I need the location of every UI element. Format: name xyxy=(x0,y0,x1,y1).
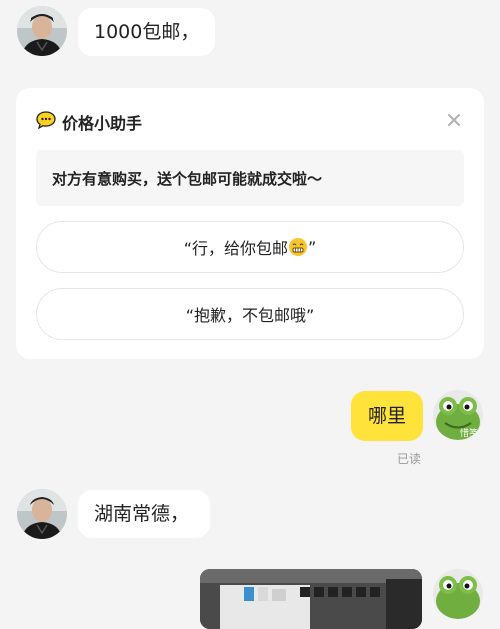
message-text: 1000包邮， xyxy=(94,21,200,43)
option-decline-label: “抱歉，不包邮哦” xyxy=(185,306,315,325)
avatar-overlay-text: 惜笺 xyxy=(460,429,479,439)
message-bubble-outgoing[interactable]: 哪里 xyxy=(351,391,423,441)
option-accept-label: “行，给你包邮 xyxy=(183,239,288,258)
read-status: 已读 xyxy=(397,452,422,466)
chat-bubble-icon xyxy=(36,111,56,133)
price-helper-header: 价格小助手 xyxy=(36,110,142,134)
close-icon[interactable] xyxy=(446,112,462,128)
price-helper-tip: 对方有意购买，送个包邮可能就成交啦～ xyxy=(36,150,464,206)
message-bubble-incoming[interactable]: 湖南常德， xyxy=(78,490,210,538)
message-bubble-incoming[interactable]: 1000包邮， xyxy=(78,8,215,56)
self-avatar[interactable] xyxy=(433,569,483,619)
tip-text: 对方有意购买，送个包邮可能就成交啦～ xyxy=(52,169,323,188)
self-avatar[interactable]: 惜笺 xyxy=(433,390,483,440)
option-accept-close-quote: ” xyxy=(308,237,317,257)
message-text: 哪里 xyxy=(367,405,406,427)
smile-emoji-icon xyxy=(288,237,308,257)
contact-avatar[interactable] xyxy=(17,489,67,539)
image-message[interactable] xyxy=(200,569,422,629)
accept-free-shipping-button[interactable]: “行，给你包邮 ” xyxy=(36,221,464,273)
price-helper-card: 价格小助手 对方有意购买，送个包邮可能就成交啦～ “行，给你包邮 ” “抱歉，不… xyxy=(16,88,484,359)
price-helper-title: 价格小助手 xyxy=(62,114,143,133)
contact-avatar[interactable] xyxy=(17,6,67,56)
decline-free-shipping-button[interactable]: “抱歉，不包邮哦” xyxy=(36,288,464,340)
message-text: 湖南常德， xyxy=(94,503,190,525)
